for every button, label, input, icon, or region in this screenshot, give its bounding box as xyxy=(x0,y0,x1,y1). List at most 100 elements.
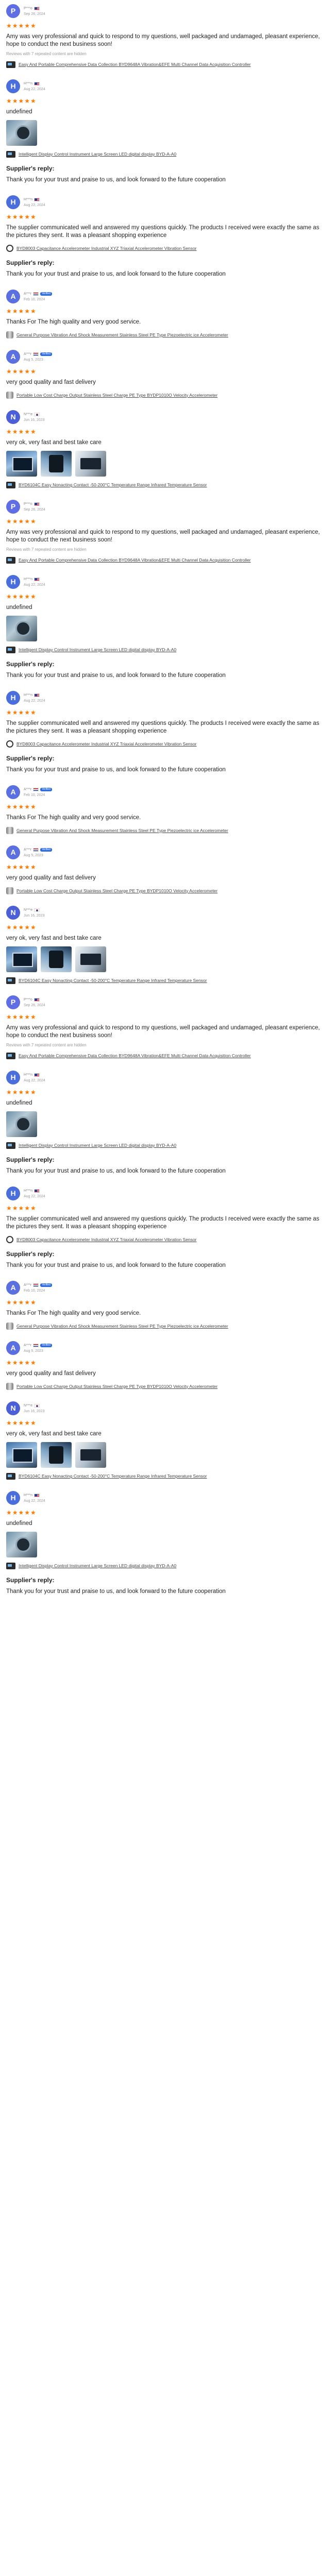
reviewed-product[interactable]: Portable Low Cost Charge Output Stainles… xyxy=(6,887,329,894)
review-date: Feb 10, 2024 xyxy=(24,793,45,797)
product-thumbnail-icon xyxy=(6,887,13,894)
product-link[interactable]: General Purpose Vibration And Shock Meas… xyxy=(16,1324,228,1329)
rating-stars: ★★★★★ xyxy=(6,1419,37,1427)
review-card: A A***r Verified Feb 10, 2024 ★★★★★ Thanks Fo… xyxy=(6,781,329,841)
reviewed-product[interactable]: Easy And Portable Comprehensive Data Col… xyxy=(6,61,329,68)
reviewed-product[interactable]: BYD8003 Capacitance Accelerometer Indust… xyxy=(6,245,329,252)
product-link[interactable]: Portable Low Cost Charge Output Stainles… xyxy=(16,393,217,398)
review-image-thumbnail[interactable] xyxy=(41,946,72,972)
product-link[interactable]: BYD6104C Easy Nonacting Contact -50-200°… xyxy=(19,1473,207,1479)
review-header: P P***o Sep 26, 2024 xyxy=(6,499,329,514)
reviewed-product[interactable]: Portable Low Cost Charge Output Stainles… xyxy=(6,1383,329,1390)
product-link[interactable]: Easy And Portable Comprehensive Data Col… xyxy=(19,1053,251,1059)
review-image-thumbnail[interactable] xyxy=(6,616,37,641)
rating-stars: ★★★★★ xyxy=(6,22,37,29)
reviewer-meta: N***e Jun 16, 2023 xyxy=(24,908,44,918)
country-flag-icon xyxy=(33,1283,39,1287)
reviewed-product[interactable]: Intelligent Display Control Instrument L… xyxy=(6,1142,329,1149)
review-image-thumbnail[interactable] xyxy=(75,1442,106,1468)
review-image-thumbnail[interactable] xyxy=(75,946,106,972)
supplier-reply-text: Thank you for your trust and praise to u… xyxy=(6,1588,226,1595)
product-link[interactable]: Intelligent Display Control Instrument L… xyxy=(19,1563,176,1569)
country-flag-icon xyxy=(34,82,40,86)
rating-stars: ★★★★★ xyxy=(6,593,37,600)
review-image-thumbnail[interactable] xyxy=(75,451,106,477)
reviewer-name: H***n xyxy=(24,693,33,697)
reviewer-meta: A***r Verified Feb 10, 2024 xyxy=(24,292,52,301)
reviewer-meta: H***n Aug 22, 2024 xyxy=(24,1189,45,1198)
product-link[interactable]: Intelligent Display Control Instrument L… xyxy=(19,1143,176,1148)
reviewed-product[interactable]: Intelligent Display Control Instrument L… xyxy=(6,647,329,653)
reviewer-meta: A***r Verified Feb 10, 2024 xyxy=(24,787,52,797)
reviewed-product[interactable]: General Purpose Vibration And Shock Meas… xyxy=(6,331,329,338)
review-image-thumbnail[interactable] xyxy=(6,1442,37,1468)
review-text: Amy was very professional and quick to r… xyxy=(6,529,320,543)
product-link[interactable]: BYD8003 Capacitance Accelerometer Indust… xyxy=(16,1237,196,1243)
reviewer-meta: P***o Sep 26, 2024 xyxy=(24,997,45,1007)
review-text: Amy was very professional and quick to r… xyxy=(6,1025,320,1039)
product-link[interactable]: BYD8003 Capacitance Accelerometer Indust… xyxy=(16,246,196,251)
hidden-reviews-note: Reviews with 7 repeated content are hidd… xyxy=(6,1043,87,1047)
verified-badge: Verified xyxy=(40,848,52,852)
review-image-thumbnail[interactable] xyxy=(6,120,37,146)
reviewed-product[interactable]: General Purpose Vibration And Shock Meas… xyxy=(6,1323,329,1330)
reviewed-product[interactable]: BYD8003 Capacitance Accelerometer Indust… xyxy=(6,740,329,748)
review-card: N N***e Jun 16, 2023 ★★★★★ very ok, very fas… xyxy=(6,1397,329,1487)
reviewer-name: H***n xyxy=(24,578,33,581)
rating-stars: ★★★★★ xyxy=(6,1205,37,1212)
reviewed-product[interactable]: Easy And Portable Comprehensive Data Col… xyxy=(6,557,329,564)
reviewer-meta: H***n Aug 22, 2024 xyxy=(24,693,45,703)
review-header: A A***r Verified Aug 5, 2023 xyxy=(6,1340,329,1355)
reviewer-name: H***n xyxy=(24,1494,33,1497)
review-image-thumbnail[interactable] xyxy=(41,451,72,477)
rating-stars: ★★★★★ xyxy=(6,368,37,375)
reviewer-meta: A***r Verified Feb 10, 2024 xyxy=(24,1283,52,1293)
product-link[interactable]: BYD6104C Easy Nonacting Contact -50-200°… xyxy=(19,482,207,488)
review-image-thumbnail[interactable] xyxy=(6,1532,37,1557)
review-images xyxy=(6,1111,329,1137)
verified-badge: Verified xyxy=(40,1344,52,1347)
supplier-reply-text: Thank you for your trust and praise to u… xyxy=(6,271,226,277)
product-link[interactable]: Easy And Portable Comprehensive Data Col… xyxy=(19,557,251,563)
review-date: Sep 26, 2024 xyxy=(24,12,45,16)
reviewer-name: P***o xyxy=(24,998,32,1002)
review-header: A A***r Verified Aug 5, 2023 xyxy=(6,349,329,364)
rating-stars: ★★★★★ xyxy=(6,1359,37,1366)
review-image-thumbnail[interactable] xyxy=(41,1442,72,1468)
review-header: A A***r Verified Feb 10, 2024 xyxy=(6,289,329,304)
reviewed-product[interactable]: BYD6104C Easy Nonacting Contact -50-200°… xyxy=(6,1473,329,1480)
review-header: H H***n Aug 22, 2024 xyxy=(6,690,329,705)
review-text: very ok, very fast and best take care xyxy=(6,439,102,446)
reviewed-product[interactable]: Easy And Portable Comprehensive Data Col… xyxy=(6,1053,329,1059)
avatar: P xyxy=(6,499,20,514)
reviewer-name: P***o xyxy=(24,7,32,10)
supplier-reply-heading: Supplier's reply: xyxy=(6,259,55,266)
product-link[interactable]: BYD8003 Capacitance Accelerometer Indust… xyxy=(16,741,196,747)
reviewed-product[interactable]: General Purpose Vibration And Shock Meas… xyxy=(6,827,329,834)
product-link[interactable]: Easy And Portable Comprehensive Data Col… xyxy=(19,62,251,67)
product-link[interactable]: Intelligent Display Control Instrument L… xyxy=(19,151,176,157)
reviewer-name: A***r xyxy=(24,848,32,852)
review-image-thumbnail[interactable] xyxy=(6,1111,37,1137)
review-date: Aug 5, 2023 xyxy=(24,358,43,362)
product-link[interactable]: General Purpose Vibration And Shock Meas… xyxy=(16,332,228,338)
reviewed-product[interactable]: Portable Low Cost Charge Output Stainles… xyxy=(6,392,329,399)
reviewed-product[interactable]: BYD6104C Easy Nonacting Contact -50-200°… xyxy=(6,977,329,984)
reviewer-name: N***e xyxy=(24,1404,33,1408)
reviewed-product[interactable]: Intelligent Display Control Instrument L… xyxy=(6,151,329,158)
product-thumbnail-icon xyxy=(6,1142,15,1149)
product-link[interactable]: Portable Low Cost Charge Output Stainles… xyxy=(16,1384,217,1389)
review-text: Amy was very professional and quick to r… xyxy=(6,33,320,47)
hidden-reviews-note: Reviews with 7 repeated content are hidd… xyxy=(6,52,87,56)
review-image-thumbnail[interactable] xyxy=(6,451,37,477)
reviewed-product[interactable]: Intelligent Display Control Instrument L… xyxy=(6,1563,329,1569)
reviewer-name: H***n xyxy=(24,1189,33,1193)
review-image-thumbnail[interactable] xyxy=(6,946,37,972)
product-link[interactable]: General Purpose Vibration And Shock Meas… xyxy=(16,828,228,834)
product-link[interactable]: BYD6104C Easy Nonacting Contact -50-200°… xyxy=(19,978,207,984)
reviewed-product[interactable]: BYD8003 Capacitance Accelerometer Indust… xyxy=(6,1236,329,1243)
product-link[interactable]: Portable Low Cost Charge Output Stainles… xyxy=(16,888,217,894)
product-link[interactable]: Intelligent Display Control Instrument L… xyxy=(19,647,176,653)
avatar: H xyxy=(6,574,20,589)
reviewed-product[interactable]: BYD6104C Easy Nonacting Contact -50-200°… xyxy=(6,482,329,488)
